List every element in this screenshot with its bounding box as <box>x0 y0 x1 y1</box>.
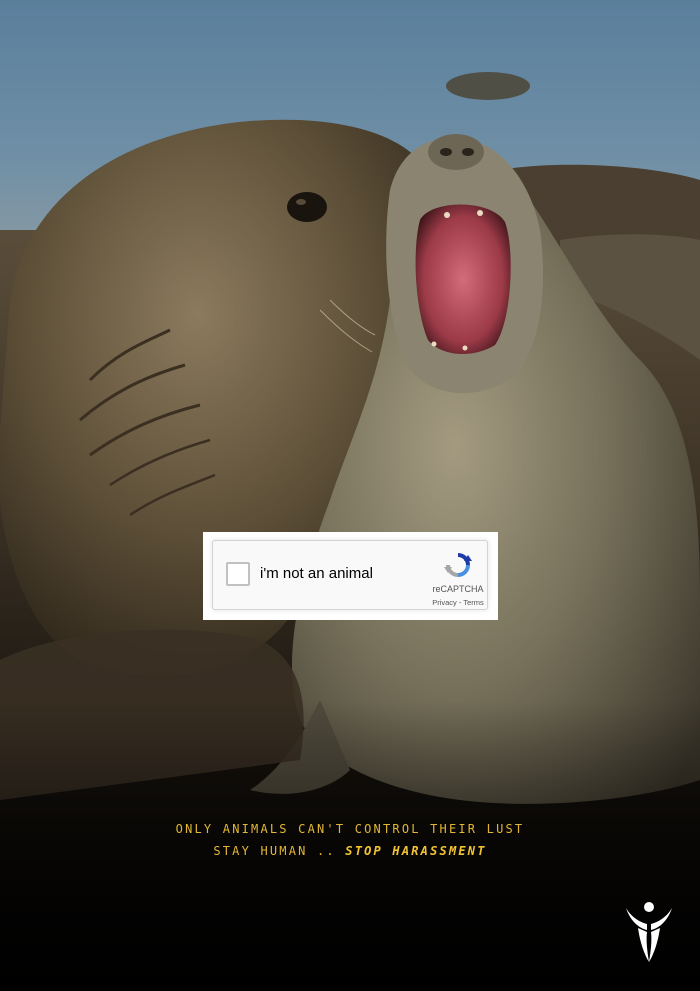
not-an-animal-checkbox[interactable] <box>226 562 250 586</box>
tagline-line-2: STAY HUMAN .. STOP HARASSMENT <box>0 844 700 858</box>
human-figure-logo-icon <box>626 902 672 962</box>
recaptcha-frame: i'm not an animal reCAPTCHA Privacy - Te… <box>203 532 498 620</box>
tagline-prefix: STAY HUMAN .. <box>213 844 346 858</box>
recaptcha-widget: i'm not an animal reCAPTCHA Privacy - Te… <box>212 540 488 610</box>
recaptcha-logo-icon <box>444 553 472 577</box>
tagline-line-1: ONLY ANIMALS CAN'T CONTROL THEIR LUST <box>175 822 525 836</box>
tagline-emphasis: STOP HARASSMENT <box>345 844 487 858</box>
recaptcha-links: Privacy - Terms <box>421 598 495 607</box>
checkbox-label: i'm not an animal <box>260 565 373 582</box>
recaptcha-brand: reCAPTCHA <box>432 584 484 594</box>
poster: i'm not an animal reCAPTCHA Privacy - Te… <box>0 0 700 991</box>
privacy-link[interactable]: Privacy <box>432 598 457 607</box>
seal-photo <box>0 0 700 991</box>
terms-link[interactable]: Terms <box>463 598 483 607</box>
